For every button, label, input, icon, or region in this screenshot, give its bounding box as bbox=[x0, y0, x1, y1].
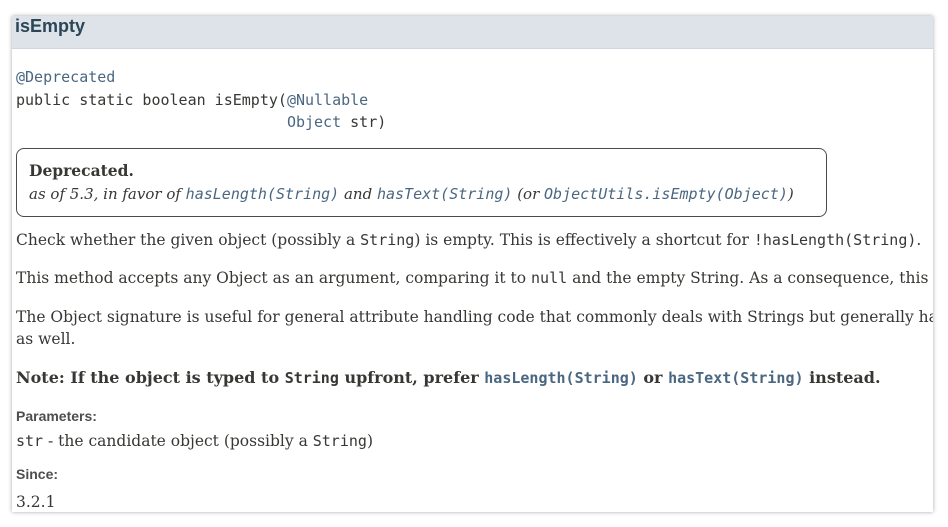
note-text-d: instead. bbox=[803, 368, 881, 387]
parameter-desc-a: - the candidate object (possibly a bbox=[43, 432, 313, 450]
description-paragraph-2: This method accepts any Object as an arg… bbox=[16, 267, 933, 289]
note-paragraph: Note: If the object is typed to String u… bbox=[16, 367, 881, 389]
parameters-label: Parameters: bbox=[16, 408, 97, 424]
description-paragraph-1: Check whether the given object (possibly… bbox=[16, 229, 921, 251]
parameter-name: str bbox=[16, 432, 44, 450]
p1-code-haslength: !hasLength(String) bbox=[753, 231, 917, 249]
method-detail-card: isEmpty @Deprecated public static boolea… bbox=[12, 16, 933, 512]
deprecation-comment: as of 5.3, in favor of hasLength(String)… bbox=[29, 183, 814, 205]
hastext-link[interactable]: hasText(String) bbox=[377, 185, 512, 203]
p1-text-b: ) is empty. This is effectively a shortc… bbox=[414, 231, 754, 249]
object-type-link[interactable]: Object bbox=[287, 113, 341, 131]
note-code-string: String bbox=[284, 369, 339, 387]
param-name: str) bbox=[341, 113, 387, 131]
deprecation-prefix: as of 5.3, in favor of bbox=[29, 185, 186, 203]
note-hastext-link[interactable]: hasText(String) bbox=[668, 369, 803, 387]
objectutils-isempty-link[interactable]: ObjectUtils.isEmpty(Object) bbox=[544, 185, 788, 203]
p1-text-c: . bbox=[916, 231, 922, 249]
p3-line-2: as well. bbox=[16, 330, 76, 348]
method-signature: @Deprecated public static boolean isEmpt… bbox=[16, 66, 386, 134]
since-version: 3.2.1 bbox=[16, 493, 56, 511]
p1-text-a: Check whether the given object (possibly… bbox=[16, 231, 361, 249]
signature-indent bbox=[16, 113, 287, 131]
parameter-desc-code: String bbox=[312, 432, 367, 450]
since-label: Since: bbox=[16, 466, 59, 482]
deprecation-block: Deprecated. as of 5.3, in favor of hasLe… bbox=[16, 148, 827, 217]
note-text-b: upfront, prefer bbox=[338, 368, 485, 387]
nullable-annotation-link[interactable]: @Nullable bbox=[287, 91, 368, 109]
p3-line-1: The Object signature is useful for gener… bbox=[16, 308, 933, 326]
method-header: isEmpty bbox=[12, 16, 933, 49]
note-text-c: or bbox=[637, 368, 669, 387]
deprecation-title: Deprecated. bbox=[29, 161, 134, 180]
parameter-desc-b: ) bbox=[366, 432, 373, 450]
haslength-link[interactable]: hasLength(String) bbox=[186, 185, 340, 203]
deprecation-and: and bbox=[339, 185, 377, 203]
deprecated-annotation-link[interactable]: @Deprecated bbox=[16, 68, 115, 86]
p2-text-a: This method accepts any Object as an arg… bbox=[16, 269, 532, 287]
signature-declaration: public static boolean isEmpty( bbox=[16, 90, 287, 109]
p1-code-string: String bbox=[360, 231, 415, 249]
p2-code-null: null bbox=[531, 269, 568, 287]
note-haslength-link[interactable]: hasLength(String) bbox=[484, 369, 638, 387]
note-text-a: Note: If the object is typed to bbox=[16, 368, 285, 387]
parameter-item: str - the candidate object (possibly a S… bbox=[16, 430, 373, 452]
description-paragraph-3: The Object signature is useful for gener… bbox=[16, 306, 933, 350]
method-title: isEmpty bbox=[15, 16, 86, 36]
p2-text-b: and the empty String. As a consequence, … bbox=[572, 269, 933, 287]
deprecation-or: (or bbox=[512, 185, 545, 203]
deprecation-suffix: ) bbox=[787, 185, 794, 203]
